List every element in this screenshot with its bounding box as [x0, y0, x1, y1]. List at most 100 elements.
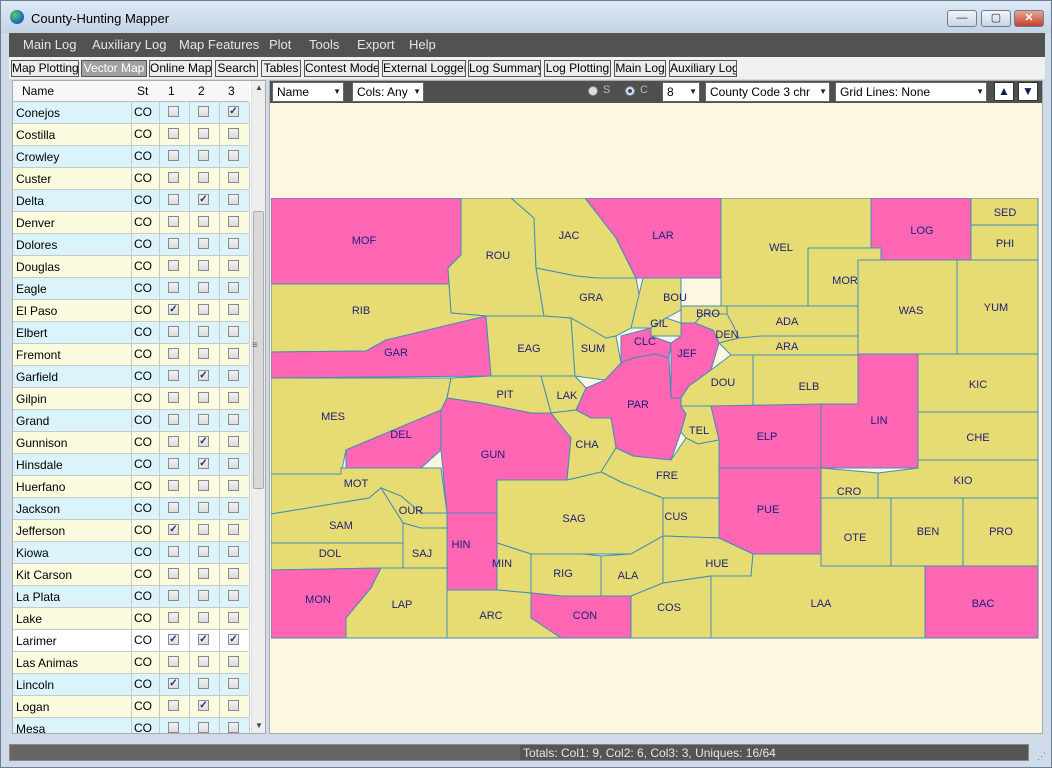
table-row[interactable]: Custer CO — [13, 168, 250, 190]
column-1-checkbox[interactable] — [168, 414, 179, 425]
column-3-checkbox[interactable] — [228, 656, 239, 667]
table-row[interactable]: Kiowa CO — [13, 542, 250, 564]
column-1-checkbox[interactable] — [168, 172, 179, 183]
column-3-checkbox[interactable] — [228, 216, 239, 227]
table-row[interactable]: Denver CO — [13, 212, 250, 234]
column-2-checkbox[interactable]: ✓ — [198, 194, 209, 205]
column-3-checkbox[interactable] — [228, 612, 239, 623]
nav-down-button[interactable]: ▼ — [1018, 82, 1038, 101]
column-1-checkbox[interactable] — [168, 568, 179, 579]
table-row[interactable]: Hinsdale CO ✓ — [13, 454, 250, 476]
column-1-checkbox[interactable] — [168, 150, 179, 161]
column-2-checkbox[interactable]: ✓ — [198, 370, 209, 381]
grid-lines-dropdown[interactable]: Grid Lines: None ▼ — [835, 82, 987, 102]
column-1-checkbox[interactable] — [168, 480, 179, 491]
column-3-checkbox[interactable] — [228, 480, 239, 491]
table-row[interactable]: Lincoln CO ✓ — [13, 674, 250, 696]
maximize-button[interactable]: ▢ — [981, 10, 1011, 27]
column-2-checkbox[interactable] — [198, 172, 209, 183]
table-row[interactable]: Jackson CO — [13, 498, 250, 520]
column-3-checkbox[interactable] — [228, 678, 239, 689]
menu-auxiliary-log[interactable]: Auxiliary Log — [92, 37, 166, 52]
tab-vector-map[interactable]: Vector Map — [81, 60, 147, 77]
table-row[interactable]: Costilla CO — [13, 124, 250, 146]
header-name[interactable]: Name — [22, 84, 54, 98]
label-type-dropdown[interactable]: Name ▼ — [272, 82, 344, 102]
table-scrollbar[interactable]: ▲ ▼ — [251, 81, 265, 733]
column-1-checkbox[interactable] — [168, 502, 179, 513]
column-3-checkbox[interactable] — [228, 194, 239, 205]
table-row[interactable]: Gilpin CO — [13, 388, 250, 410]
column-2-checkbox[interactable] — [198, 282, 209, 293]
column-3-checkbox[interactable] — [228, 370, 239, 381]
close-button[interactable]: ✕ — [1014, 10, 1044, 27]
splitter-grip-icon[interactable]: ≡ — [252, 340, 258, 351]
column-3-checkbox[interactable] — [228, 568, 239, 579]
scroll-down-icon[interactable]: ▼ — [255, 721, 263, 730]
colorado-county-map[interactable]: MOF ROU JAC LAR WEL LOG SED PHI MOR RIB GRA BOU BRO A… — [271, 198, 1041, 640]
font-size-dropdown[interactable]: 8 ▼ — [662, 82, 700, 102]
tab-log-plotting[interactable]: Log Plotting — [544, 60, 611, 77]
column-2-checkbox[interactable] — [198, 590, 209, 601]
column-1-checkbox[interactable] — [168, 128, 179, 139]
column-3-checkbox[interactable] — [228, 238, 239, 249]
column-3-checkbox[interactable]: ✓ — [228, 106, 239, 117]
column-2-checkbox[interactable] — [198, 678, 209, 689]
column-2-checkbox[interactable] — [198, 612, 209, 623]
column-1-checkbox[interactable]: ✓ — [168, 524, 179, 535]
table-row[interactable]: Las Animas CO — [13, 652, 250, 674]
table-row[interactable]: Huerfano CO — [13, 476, 250, 498]
column-3-checkbox[interactable] — [228, 546, 239, 557]
column-2-checkbox[interactable] — [198, 106, 209, 117]
cols-dropdown[interactable]: Cols: Any ▼ — [352, 82, 424, 102]
column-1-checkbox[interactable] — [168, 260, 179, 271]
tab-log-summary[interactable]: Log Summary — [468, 60, 541, 77]
column-3-checkbox[interactable] — [228, 436, 239, 447]
column-1-checkbox[interactable]: ✓ — [168, 304, 179, 315]
county-code-dropdown[interactable]: County Code 3 chr ▼ — [705, 82, 830, 102]
menu-map-features[interactable]: Map Features — [179, 37, 259, 52]
tab-contest-mode[interactable]: Contest Mode — [304, 60, 379, 77]
column-2-checkbox[interactable]: ✓ — [198, 436, 209, 447]
column-3-checkbox[interactable] — [228, 282, 239, 293]
column-1-checkbox[interactable] — [168, 194, 179, 205]
menu-tools[interactable]: Tools — [309, 37, 339, 52]
header-col1[interactable]: 1 — [168, 84, 175, 98]
resize-grip-icon[interactable]: ⋰ — [1037, 751, 1046, 762]
table-row[interactable]: Crowley CO — [13, 146, 250, 168]
column-3-checkbox[interactable] — [228, 172, 239, 183]
column-1-checkbox[interactable] — [168, 546, 179, 557]
column-2-checkbox[interactable]: ✓ — [198, 458, 209, 469]
column-3-checkbox[interactable] — [228, 150, 239, 161]
column-3-checkbox[interactable] — [228, 128, 239, 139]
column-3-checkbox[interactable] — [228, 392, 239, 403]
menu-main-log[interactable]: Main Log — [23, 37, 76, 52]
tab-external-logger[interactable]: External Logger — [382, 60, 466, 77]
table-row[interactable]: Elbert CO — [13, 322, 250, 344]
table-row[interactable]: Garfield CO ✓ — [13, 366, 250, 388]
table-row[interactable]: Jefferson CO ✓ — [13, 520, 250, 542]
radio-s[interactable] — [588, 86, 598, 96]
column-3-checkbox[interactable]: ✓ — [228, 634, 239, 645]
scroll-up-icon[interactable]: ▲ — [255, 83, 263, 92]
tab-online-map[interactable]: Online Map — [149, 60, 212, 77]
column-1-checkbox[interactable] — [168, 282, 179, 293]
column-2-checkbox[interactable] — [198, 260, 209, 271]
column-3-checkbox[interactable] — [228, 722, 239, 733]
table-row[interactable]: Mesa CO — [13, 718, 250, 733]
column-1-checkbox[interactable] — [168, 326, 179, 337]
table-row[interactable]: Eagle CO — [13, 278, 250, 300]
column-1-checkbox[interactable] — [168, 348, 179, 359]
table-row[interactable]: Delta CO ✓ — [13, 190, 250, 212]
column-1-checkbox[interactable] — [168, 392, 179, 403]
column-2-checkbox[interactable] — [198, 546, 209, 557]
column-3-checkbox[interactable] — [228, 348, 239, 359]
column-1-checkbox[interactable]: ✓ — [168, 678, 179, 689]
minimize-button[interactable]: — — [947, 10, 977, 27]
column-2-checkbox[interactable] — [198, 304, 209, 315]
table-row[interactable]: Douglas CO — [13, 256, 250, 278]
column-1-checkbox[interactable] — [168, 700, 179, 711]
column-2-checkbox[interactable] — [198, 238, 209, 249]
column-2-checkbox[interactable] — [198, 392, 209, 403]
county-hin[interactable] — [446, 512, 498, 591]
